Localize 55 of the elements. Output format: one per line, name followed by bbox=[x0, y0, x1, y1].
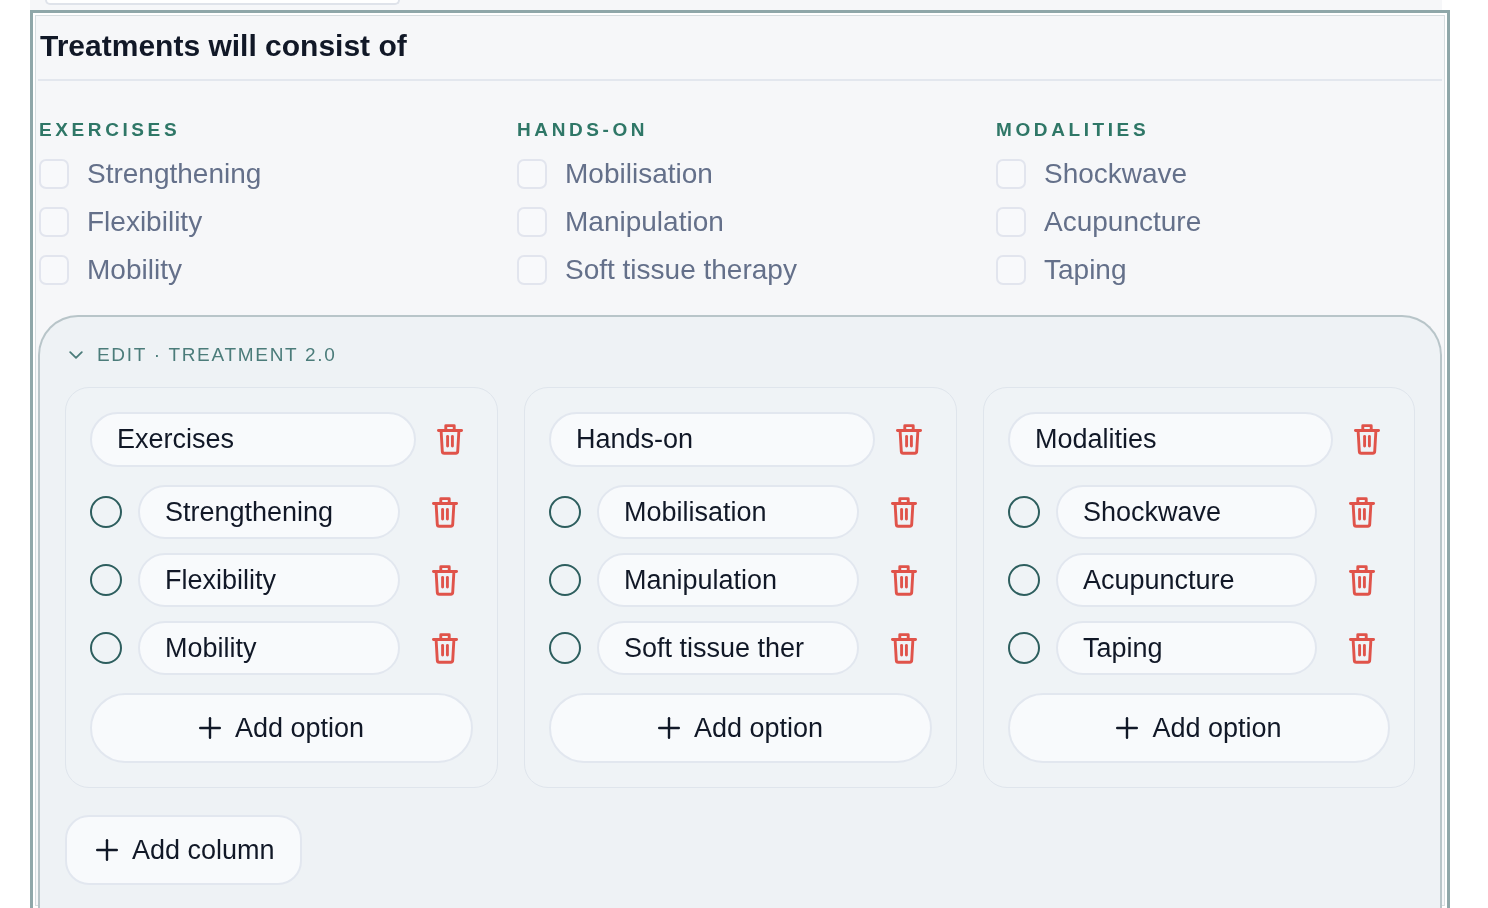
option-field[interactable]: Manipulation bbox=[597, 553, 859, 607]
trash-icon[interactable] bbox=[891, 564, 917, 596]
category-heading: EXERCISES bbox=[39, 118, 182, 142]
radio-button[interactable] bbox=[90, 496, 122, 528]
checkbox-label: Taping bbox=[1044, 254, 1127, 286]
category-heading: MODALITIES bbox=[996, 118, 1151, 142]
option-field[interactable]: Mobilisation bbox=[597, 485, 859, 539]
checkbox-label: Acupuncture bbox=[1044, 206, 1202, 238]
option-field[interactable]: Soft tissue ther bbox=[597, 621, 859, 675]
checkbox-label: Mobilisation bbox=[565, 158, 713, 190]
radio-button[interactable] bbox=[1008, 496, 1040, 528]
plus-icon bbox=[1116, 717, 1139, 739]
add-option-button[interactable]: Add option bbox=[549, 693, 932, 763]
column-name-field[interactable]: Exercises bbox=[90, 412, 416, 467]
checkbox-label: Soft tissue therapy bbox=[565, 254, 797, 286]
radio-button[interactable] bbox=[549, 496, 581, 528]
option-field[interactable]: Shockwave bbox=[1056, 485, 1317, 539]
trash-icon[interactable] bbox=[1349, 564, 1375, 596]
option-field[interactable]: Acupuncture bbox=[1056, 553, 1317, 607]
radio-button[interactable] bbox=[1008, 564, 1040, 596]
trash-icon[interactable] bbox=[432, 632, 458, 664]
trash-icon[interactable] bbox=[891, 632, 917, 664]
plus-icon bbox=[198, 717, 221, 739]
plus-icon bbox=[657, 717, 680, 739]
option-field[interactable]: Taping bbox=[1056, 621, 1317, 675]
column-name-field[interactable]: Modalities bbox=[1008, 412, 1333, 467]
trash-icon[interactable] bbox=[1354, 424, 1380, 455]
checkbox-label: Strengthening bbox=[87, 158, 262, 190]
category-heading: HANDS-ON bbox=[517, 118, 650, 142]
option-field[interactable]: Strengthening bbox=[138, 485, 400, 539]
trash-icon[interactable] bbox=[1349, 632, 1375, 664]
radio-button[interactable] bbox=[1008, 632, 1040, 664]
add-column-button[interactable]: Add column bbox=[65, 815, 302, 885]
option-field[interactable]: Mobility bbox=[138, 621, 400, 675]
radio-button[interactable] bbox=[90, 564, 122, 596]
add-option-button[interactable]: Add option bbox=[1008, 693, 1390, 763]
radio-button[interactable] bbox=[90, 632, 122, 664]
trash-icon[interactable] bbox=[432, 496, 458, 528]
checkbox-label: Manipulation bbox=[565, 206, 724, 238]
option-field[interactable]: Flexibility bbox=[138, 553, 400, 607]
section-title: Treatments will consist of bbox=[39, 28, 408, 64]
section-toggle[interactable]: EDIT · TREATMENT 2.0 bbox=[65, 343, 337, 367]
trash-icon[interactable] bbox=[1349, 496, 1375, 528]
add-option-button[interactable]: Add option bbox=[90, 693, 473, 763]
trash-icon[interactable] bbox=[437, 424, 463, 455]
checkbox-label: Shockwave bbox=[1044, 158, 1188, 190]
trash-icon[interactable] bbox=[891, 496, 917, 528]
column-name-field[interactable]: Hands-on bbox=[549, 412, 875, 467]
checkbox-label: Flexibility bbox=[87, 206, 203, 238]
checkbox-label: Mobility bbox=[87, 254, 182, 286]
plus-icon bbox=[96, 839, 118, 861]
radio-button[interactable] bbox=[549, 632, 581, 664]
trash-icon[interactable] bbox=[432, 564, 458, 596]
trash-icon[interactable] bbox=[896, 424, 922, 455]
radio-button[interactable] bbox=[549, 564, 581, 596]
